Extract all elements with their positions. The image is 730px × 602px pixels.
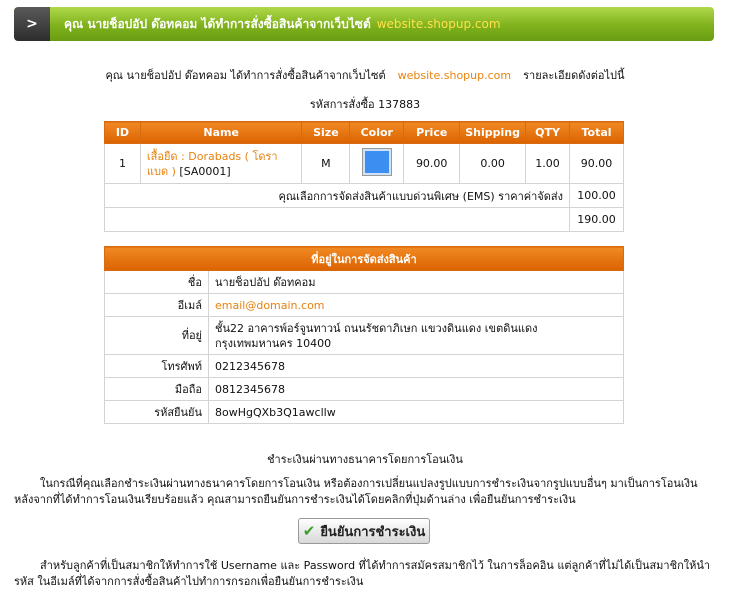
payment-instructions: ในกรณีที่คุณเลือกชำระเงินผ่านทางธนาคารโด… bbox=[14, 477, 698, 506]
shipping-row: คุณเลือกการจัดส่งสินค้าแบบด่วนพิเศษ (EMS… bbox=[104, 183, 624, 208]
ship-label: โทรศัพท์ bbox=[104, 354, 209, 378]
header-site-link[interactable]: website.shopup.com bbox=[377, 17, 501, 31]
ship-label: ชื่อ bbox=[104, 270, 209, 294]
row-id: 1 bbox=[104, 143, 141, 184]
member-note: สำหรับลูกค้าที่เป็นสมาชิกให้ทำการใช้ Use… bbox=[14, 559, 711, 588]
col-id: ID bbox=[104, 121, 141, 144]
header-title-text: คุณ นายช็อปอัป ด๊อทคอม ได้ทำการสั่งซื้อส… bbox=[64, 17, 371, 31]
intro-line: คุณ นายช็อปอัป ด๊อทคอม ได้ทำการสั่งซื้อส… bbox=[0, 66, 730, 84]
arrow-icon: > bbox=[14, 7, 50, 41]
ship-row-phone: โทรศัพท์ 0212345678 bbox=[104, 354, 624, 378]
payment-title: ชำระเงินผ่านทางธนาคารโดยการโอนเงิน bbox=[267, 453, 463, 466]
intro-prefix: คุณ นายช็อปอัป ด๊อทคอม ได้ทำการสั่งซื้อส… bbox=[105, 69, 386, 82]
ship-value: ชั้น22 อาคารพ์อร์จูนทาวน์ ถนนรัชดาภิเษก … bbox=[208, 316, 624, 355]
col-price: Price bbox=[403, 121, 461, 144]
row-shipping: 0.00 bbox=[459, 143, 527, 184]
row-total: 90.00 bbox=[569, 143, 624, 184]
shipping-address-table: ที่อยู่ในการจัดส่งสินค้า ชื่อ นายช็อปอัป… bbox=[104, 246, 624, 424]
product-sku: [SA0001] bbox=[179, 164, 231, 178]
order-code: รหัสการสั่งซื้อ 137883 bbox=[309, 98, 421, 111]
row-size: M bbox=[301, 143, 351, 184]
intro-suffix: รายละเอียดดังต่อไปนี้ bbox=[523, 69, 625, 82]
ship-label: ที่อยู่ bbox=[104, 316, 209, 355]
grand-total-row: 190.00 bbox=[104, 207, 624, 232]
ship-label: อีเมล์ bbox=[104, 293, 209, 317]
color-swatch bbox=[361, 148, 392, 176]
ship-label: มือถือ bbox=[104, 377, 209, 401]
row-color bbox=[349, 143, 405, 184]
grand-total: 190.00 bbox=[569, 207, 624, 232]
ship-row-name: ชื่อ นายช็อปอัป ด๊อทคอม bbox=[104, 270, 624, 294]
shipping-address-title: ที่อยู่ในการจัดส่งสินค้า bbox=[104, 246, 624, 271]
ship-label: รหัสยืนยัน bbox=[104, 400, 209, 424]
col-size: Size bbox=[301, 121, 351, 144]
shipping-cost: 100.00 bbox=[569, 183, 624, 208]
confirm-payment-button[interactable]: ✔ ยืนยันการชำระเงิน bbox=[298, 518, 430, 544]
ship-value: 0212345678 bbox=[208, 354, 624, 378]
header-title: คุณ นายช็อปอัป ด๊อทคอม ได้ทำการสั่งซื้อส… bbox=[64, 7, 501, 41]
ship-value: นายช็อปอัป ด๊อทคอม bbox=[208, 270, 624, 294]
table-row: 1 เสื้อยืด : Dorabads ( โดราแบด ) [SA000… bbox=[104, 143, 624, 184]
intro-site-link[interactable]: website.shopup.com bbox=[398, 69, 511, 82]
ship-row-mobile: มือถือ 0812345678 bbox=[104, 377, 624, 401]
row-qty: 1.00 bbox=[525, 143, 570, 184]
check-icon: ✔ bbox=[302, 522, 316, 540]
grand-total-spacer bbox=[104, 207, 570, 232]
ship-row-email: อีเมล์ email@domain.com bbox=[104, 293, 624, 317]
confirm-payment-label: ยืนยันการชำระเงิน bbox=[320, 524, 426, 540]
col-shipping: Shipping bbox=[459, 121, 527, 144]
shipping-note: คุณเลือกการจัดส่งสินค้าแบบด่วนพิเศษ (EMS… bbox=[104, 183, 570, 208]
header-bar: > คุณ นายช็อปอัป ด๊อทคอม ได้ทำการสั่งซื้… bbox=[14, 7, 714, 41]
ship-value: 0812345678 bbox=[208, 377, 624, 401]
ship-value: 8owHgQXb3Q1awcllw bbox=[208, 400, 624, 424]
row-price: 90.00 bbox=[403, 143, 461, 184]
ship-row-address: ที่อยู่ ชั้น22 อาคารพ์อร์จูนทาวน์ ถนนรัช… bbox=[104, 316, 624, 355]
ship-row-code: รหัสยืนยัน 8owHgQXb3Q1awcllw bbox=[104, 400, 624, 424]
col-total: Total bbox=[569, 121, 624, 144]
col-color: Color bbox=[349, 121, 405, 144]
email-link[interactable]: email@domain.com bbox=[208, 293, 624, 317]
order-table: ID Name Size Color Price Shipping QTY To… bbox=[104, 121, 624, 232]
row-name: เสื้อยืด : Dorabads ( โดราแบด ) [SA0001] bbox=[139, 143, 303, 184]
col-name: Name bbox=[139, 121, 303, 144]
col-qty: QTY bbox=[525, 121, 570, 144]
order-table-header: ID Name Size Color Price Shipping QTY To… bbox=[104, 121, 624, 144]
